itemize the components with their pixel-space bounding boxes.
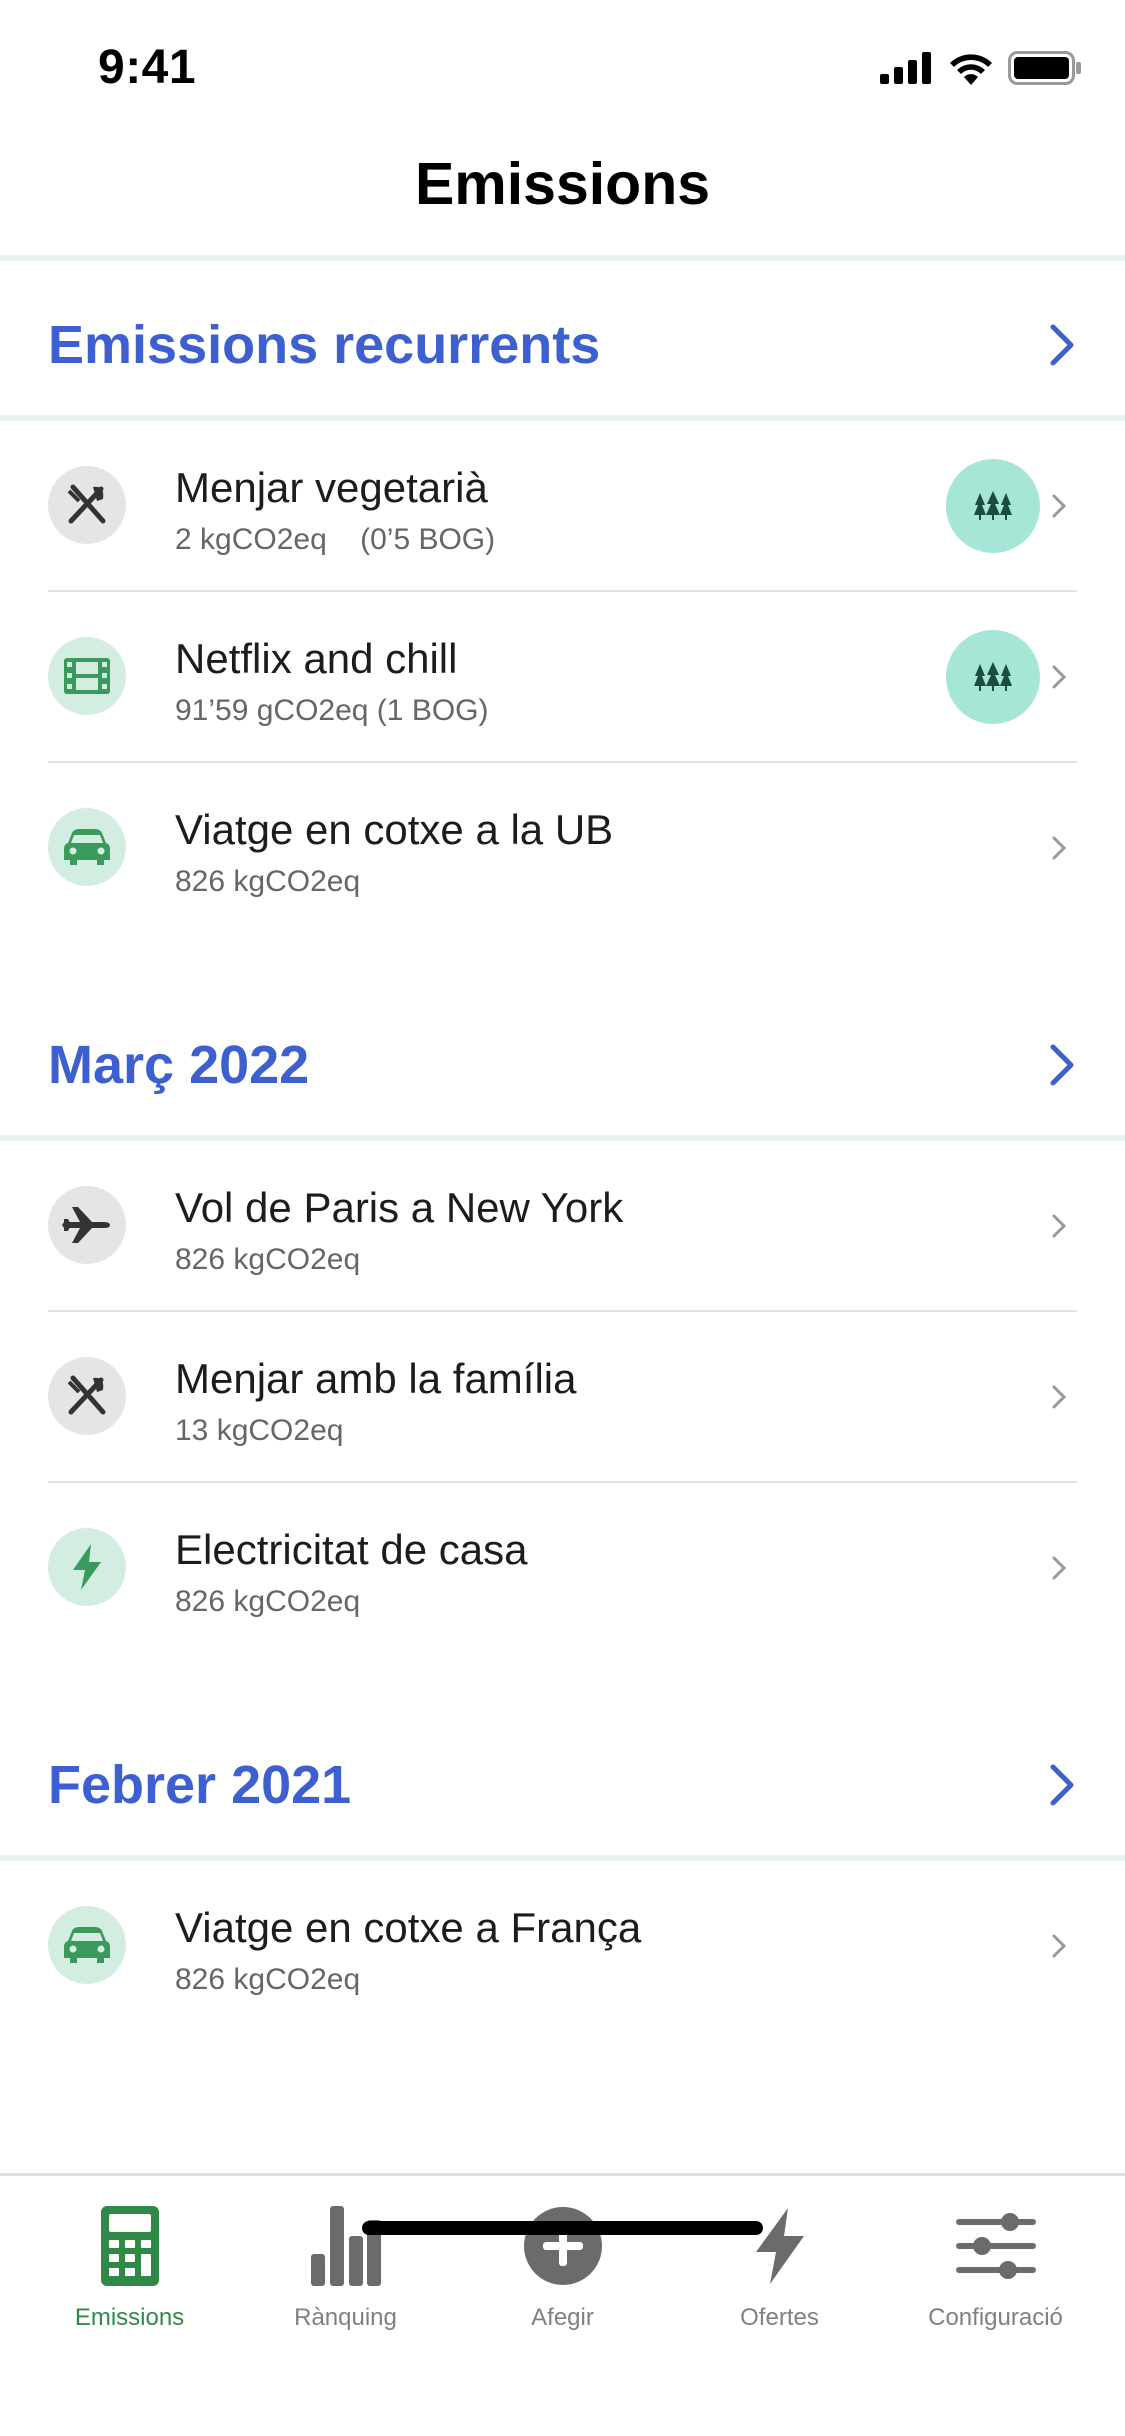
- divider: [0, 255, 1125, 261]
- item-title: Menjar vegetarià: [175, 464, 488, 511]
- chevron-right-icon: [1050, 324, 1074, 366]
- item-subtitle: 13 kgCO2eq: [175, 1414, 344, 1447]
- tab-label: Afegir: [531, 2304, 594, 2331]
- section-title: Emissions recurrents: [48, 315, 601, 375]
- status-icons: [880, 48, 1082, 88]
- item-subtitle: 826 kgCO2eq: [175, 1963, 361, 1996]
- list-item[interactable]: Viatge en cotxe a França 826 kgCO2eq: [0, 1861, 1125, 2032]
- item-title: Vol de Paris a New York: [175, 1184, 624, 1231]
- sliders-icon: [954, 2204, 1038, 2288]
- chevron-right-icon: [1052, 494, 1067, 518]
- item-title: Netflix and chill: [175, 635, 458, 682]
- chevron-right-icon: [1052, 1214, 1067, 1238]
- item-subtitle: 826 kgCO2eq: [175, 1585, 361, 1618]
- item-title: Viatge en cotxe a la UB: [175, 806, 614, 853]
- battery-icon: [1008, 51, 1081, 85]
- wifi-icon: [950, 54, 992, 85]
- list-item[interactable]: Electricitat de casa 826 kgCO2eq: [0, 1483, 1125, 1654]
- list-item[interactable]: Netflix and chill 91’59 gCO2eq (1 BOG): [0, 592, 1125, 763]
- item-title: Menjar amb la família: [175, 1355, 577, 1402]
- item-subtitle: 2 kgCO2eq (0’5 BOG): [175, 523, 496, 556]
- item-title: Viatge en cotxe a França: [175, 1904, 642, 1951]
- chevron-right-icon: [1052, 1934, 1067, 1958]
- page-title: Emissions: [414, 151, 711, 217]
- chevron-right-icon: [1052, 665, 1067, 689]
- list-item[interactable]: Menjar amb la família 13 kgCO2eq: [0, 1312, 1125, 1483]
- cellular-signal-icon: [880, 52, 931, 84]
- lightning-icon: [738, 2204, 822, 2288]
- section-title: Març 2022: [48, 1035, 310, 1095]
- section-header-recurrent[interactable]: Emissions recurrents: [0, 275, 1125, 415]
- tab-label: Emissions: [74, 2304, 185, 2331]
- section-title: Febrer 2021: [48, 1755, 352, 1815]
- tab-settings[interactable]: Configuració: [883, 2204, 1108, 2354]
- tab-bar: Emissions Rànquing Afegir Ofertes Config…: [0, 2173, 1125, 2436]
- chevron-right-icon: [1050, 1764, 1074, 1806]
- lightning-icon: [48, 1528, 126, 1606]
- item-title: Electricitat de casa: [175, 1526, 528, 1573]
- chevron-right-icon: [1052, 836, 1067, 860]
- fork-knife-icon: [48, 466, 126, 544]
- section-header-february-2021[interactable]: Febrer 2021: [0, 1715, 1125, 1855]
- car-icon: [48, 808, 126, 886]
- item-subtitle: 91’59 gCO2eq (1 BOG): [175, 694, 489, 727]
- tab-label: Configuració: [928, 2304, 1063, 2331]
- plus-circle-icon: [521, 2204, 605, 2288]
- list-item[interactable]: Menjar vegetarià 2 kgCO2eq (0’5 BOG): [0, 421, 1125, 592]
- item-subtitle: 826 kgCO2eq: [175, 1243, 361, 1276]
- car-icon: [48, 1906, 126, 1984]
- trees-icon[interactable]: [946, 630, 1040, 724]
- list-item[interactable]: Vol de Paris a New York 826 kgCO2eq: [0, 1141, 1125, 1312]
- airplane-icon: [48, 1186, 126, 1264]
- trees-icon[interactable]: [946, 459, 1040, 553]
- tab-emissions[interactable]: Emissions: [17, 2204, 242, 2354]
- list-item[interactable]: Viatge en cotxe a la UB 826 kgCO2eq: [0, 763, 1125, 934]
- tab-label: Rànquing: [294, 2304, 397, 2331]
- chevron-right-icon: [1050, 1044, 1074, 1086]
- chevron-right-icon: [1052, 1556, 1067, 1580]
- status-bar: 9:41: [0, 0, 1125, 132]
- film-icon: [48, 637, 126, 715]
- tab-label: Ofertes: [740, 2304, 819, 2331]
- item-subtitle: 826 kgCO2eq: [175, 865, 361, 898]
- status-time: 9:41: [98, 41, 197, 94]
- section-header-march-2022[interactable]: Març 2022: [0, 995, 1125, 1135]
- calculator-icon: [88, 2204, 172, 2288]
- chevron-right-icon: [1052, 1385, 1067, 1409]
- bar-chart-icon: [304, 2204, 388, 2288]
- fork-knife-icon: [48, 1357, 126, 1435]
- home-indicator[interactable]: [362, 2221, 763, 2235]
